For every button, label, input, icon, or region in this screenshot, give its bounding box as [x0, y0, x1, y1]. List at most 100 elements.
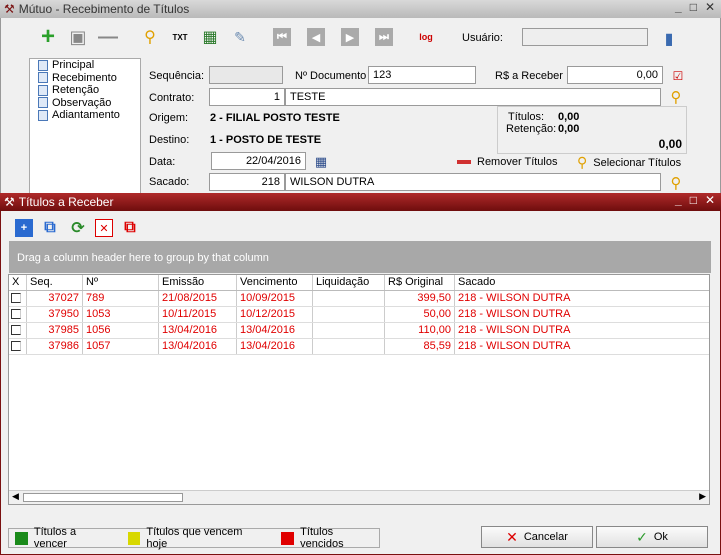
row-checkbox-cell[interactable] [9, 323, 27, 338]
data-label: Data: [149, 156, 176, 168]
page-icon [38, 109, 48, 121]
col-emissao[interactable]: Emissão [159, 275, 237, 290]
cancel-icon: ✕ [506, 528, 518, 545]
group-by-panel[interactable]: Drag a column header here to group by th… [9, 241, 711, 273]
minimize-button[interactable]: _ [675, 193, 682, 207]
total-value: 0,00 [658, 137, 682, 151]
titulos-label: Títulos: [508, 111, 545, 123]
txt-icon[interactable]: TXT [169, 26, 191, 48]
row-checkbox-cell[interactable] [9, 339, 27, 354]
close-button[interactable]: ✕ [705, 0, 715, 14]
grid-rows: 37027 789 21/08/2015 10/09/2015 399,50 218 - … [9, 291, 709, 355]
cell-emissao: 13/04/2016 [159, 339, 237, 354]
sacado-code-field[interactable]: 218 [209, 173, 285, 191]
minimize-button[interactable]: _ [675, 0, 682, 14]
titulos-grid: X Seq. Nº Emissão Vencimento Liquidação … [8, 274, 710, 505]
col-liquidacao[interactable]: Liquidação [313, 275, 385, 290]
sequencia-label: Sequência: [149, 70, 205, 82]
legend-a-vencer: Títulos a vencer [15, 526, 112, 550]
cell-num: 789 [83, 291, 159, 306]
cell-sacado: 218 - WILSON DUTRA [458, 308, 571, 320]
next-record-icon[interactable]: ▶ [341, 28, 359, 46]
cell-emissao: 21/08/2015 [159, 291, 237, 306]
delete-all-icon[interactable]: ⧉ [119, 217, 141, 239]
ok-button[interactable]: ✓ Ok [596, 526, 708, 548]
calendar-icon[interactable]: ▦ [310, 151, 332, 173]
main-window: + ▣ — ⚲ TXT ▦ ✎ ⏮ ◀ ▶ ⏭ log Usuário: ▮ P… [0, 18, 721, 206]
remove-icon[interactable]: — [97, 26, 119, 48]
search-icon[interactable]: ⚲ [139, 26, 161, 48]
grid-refresh-icon[interactable]: ▦ [199, 26, 221, 48]
documento-field[interactable]: 123 [368, 66, 476, 84]
col-vencimento[interactable]: Vencimento [237, 275, 313, 290]
totals-panel: Títulos: 0,00 Retenção: 0,00 0,00 [497, 106, 687, 154]
save-icon[interactable]: ▣ [67, 26, 89, 48]
scrollbar-thumb[interactable] [23, 493, 183, 502]
pencil-icon[interactable]: ✎ [229, 26, 251, 48]
table-row[interactable]: 37986 1057 13/04/2016 13/04/2016 85,59 218 - … [9, 339, 709, 355]
cell-num: 1053 [83, 307, 159, 322]
contrato-name-field[interactable]: TESTE [285, 88, 661, 106]
row-checkbox[interactable] [11, 293, 21, 303]
retencao-label: Retenção: [506, 123, 557, 135]
col-numero[interactable]: Nº [83, 275, 159, 290]
contrato-search-icon[interactable]: ⚲ [665, 86, 687, 108]
cancelar-button[interactable]: ✕ Cancelar [481, 526, 593, 548]
row-checkbox[interactable] [11, 341, 21, 351]
add-icon[interactable]: + [37, 23, 59, 50]
tree-item-adiantamento[interactable]: Adiantamento [30, 109, 140, 122]
data-field[interactable]: 22/04/2016 [211, 152, 306, 170]
table-row[interactable]: 37027 789 21/08/2015 10/09/2015 399,50 218 - … [9, 291, 709, 307]
maximize-button[interactable]: □ [690, 0, 697, 14]
legend-swatch [15, 531, 28, 545]
main-window-titlebar: ⚒ Mútuo - Recebimento de Títulos _ □ ✕ [0, 0, 721, 18]
last-record-icon[interactable]: ⏭ [375, 28, 393, 46]
add-row-icon[interactable]: + [15, 219, 33, 237]
col-sacado[interactable]: Sacado [455, 275, 709, 290]
check-icon[interactable]: ☑ [667, 65, 689, 87]
add-multiple-icon[interactable]: ⧉ [39, 217, 61, 239]
remover-titulos-button[interactable]: Remover Títulos [457, 156, 558, 168]
sacado-name-field[interactable]: WILSON DUTRA [285, 173, 661, 191]
col-seq[interactable]: Seq. [27, 275, 83, 290]
delete-row-icon[interactable]: ✕ [95, 219, 113, 237]
titulos-window-titlebar: ⚒ Títulos a Receber _ □ ✕ [0, 193, 721, 211]
tree-item-recebimento[interactable]: Recebimento [30, 72, 140, 85]
sacado-search-icon[interactable]: ⚲ [665, 172, 687, 194]
table-row[interactable]: 37985 1056 13/04/2016 13/04/2016 110,00 218 -… [9, 323, 709, 339]
selecionar-titulos-button[interactable]: ⚲ Selecionar Títulos [577, 154, 681, 171]
maximize-button[interactable]: □ [690, 193, 697, 207]
col-x[interactable]: X [9, 275, 27, 290]
refresh-icon[interactable]: ⟳ [67, 217, 89, 239]
cell-seq: 37027 [27, 291, 83, 306]
tree-item-observacao[interactable]: Observação [30, 97, 140, 110]
first-record-icon[interactable]: ⏮ [273, 28, 291, 46]
scroll-left-icon[interactable]: ◀ [12, 491, 19, 502]
origem-label: Origem: [149, 112, 189, 124]
legend-swatch [281, 531, 295, 545]
scroll-right-icon[interactable]: ▶ [699, 491, 706, 502]
usuario-field[interactable] [522, 28, 648, 46]
cell-venc: 10/12/2015 [237, 307, 313, 322]
close-button[interactable]: ✕ [705, 193, 715, 207]
col-original[interactable]: R$ Original [385, 275, 455, 290]
tree-item-retencao[interactable]: Retenção [30, 84, 140, 97]
cell-liq [313, 291, 385, 306]
destino-label: Destino: [149, 134, 190, 146]
receber-field[interactable]: 0,00 [567, 66, 663, 84]
row-checkbox[interactable] [11, 325, 21, 335]
row-checkbox[interactable] [11, 309, 21, 319]
sequencia-field[interactable] [209, 66, 283, 84]
log-icon[interactable]: log [415, 26, 437, 48]
row-checkbox-cell[interactable] [9, 291, 27, 306]
table-row[interactable]: 37950 1053 10/11/2015 10/12/2015 50,00 218 - … [9, 307, 709, 323]
cell-emissao: 10/11/2015 [159, 307, 237, 322]
prev-record-icon[interactable]: ◀ [307, 28, 325, 46]
contrato-code-field[interactable]: 1 [209, 88, 285, 106]
row-checkbox-cell[interactable] [9, 307, 27, 322]
tree-item-principal[interactable]: Principal [30, 59, 140, 72]
cell-orig: 85,59 [385, 339, 455, 354]
exit-icon[interactable]: ▮ [658, 28, 680, 50]
horizontal-scrollbar[interactable]: ◀ ▶ [9, 490, 709, 504]
cell-sacado: 218 - WILSON DUTRA [458, 340, 571, 352]
